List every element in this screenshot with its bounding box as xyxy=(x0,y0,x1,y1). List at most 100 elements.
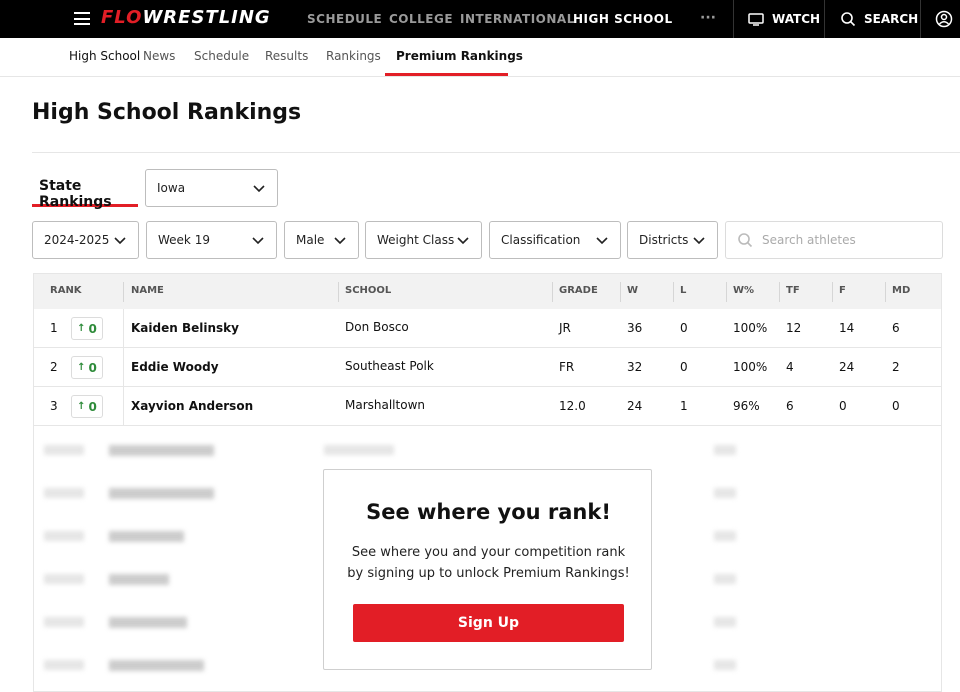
account-button[interactable] xyxy=(935,0,953,38)
classification-select[interactable]: Classification xyxy=(489,221,621,259)
athlete-name[interactable]: Kaiden Belinsky xyxy=(131,321,239,335)
tf-cell: 6 xyxy=(786,399,794,413)
divider xyxy=(824,0,825,38)
school-cell[interactable]: Don Bosco xyxy=(345,320,409,334)
divider xyxy=(673,282,674,302)
wins-cell: 36 xyxy=(627,321,643,335)
rank-cell: 1 xyxy=(50,321,58,335)
trend-value: 0 xyxy=(88,321,97,336)
subnav-premium-rankings[interactable]: Premium Rankings xyxy=(396,49,523,63)
menu-icon[interactable] xyxy=(74,12,90,25)
search-button[interactable]: SEARCH xyxy=(840,0,918,38)
column-header-md[interactable]: MD xyxy=(892,285,910,296)
nav-high-school[interactable]: HIGH SCHOOL xyxy=(573,0,673,38)
subnav-news[interactable]: News xyxy=(143,49,175,63)
athlete-name[interactable]: Eddie Woody xyxy=(131,360,219,374)
tf-cell: 12 xyxy=(786,321,802,335)
grade-cell: 12.0 xyxy=(559,399,586,413)
column-header-name[interactable]: NAME xyxy=(131,285,164,296)
f-cell: 14 xyxy=(839,321,855,335)
f-cell: 0 xyxy=(839,399,847,413)
nav-college[interactable]: COLLEGE xyxy=(389,0,453,38)
table-row[interactable]: 2 ↑ 0 Eddie Woody Southeast Polk FR 32 0 … xyxy=(34,348,941,387)
school-cell[interactable]: Southeast Polk xyxy=(345,359,434,373)
flowrestling-logo[interactable]: FLOWRESTLING xyxy=(101,7,271,28)
districts-select[interactable]: Districts xyxy=(627,221,718,259)
athlete-name[interactable]: Xayvion Anderson xyxy=(131,399,253,413)
school-cell[interactable]: Marshalltown xyxy=(345,398,425,412)
column-header-wins[interactable]: W xyxy=(627,285,638,296)
chevron-down-icon xyxy=(596,237,608,245)
md-cell: 2 xyxy=(892,360,900,374)
arrow-up-icon: ↑ xyxy=(77,401,86,412)
wins-cell: 32 xyxy=(627,360,643,374)
table-row[interactable]: 3 ↑ 0 Xayvion Anderson Marshalltown 12.0 … xyxy=(34,387,941,426)
tab-state-rankings[interactable]: State Rankings xyxy=(32,169,138,210)
search-label: SEARCH xyxy=(864,12,919,26)
trend-badge: ↑ 0 xyxy=(71,356,103,379)
state-value: Iowa xyxy=(157,181,186,195)
divider xyxy=(885,282,886,302)
top-navigation-bar: FLOWRESTLING SCHEDULE COLLEGE INTERNATIO… xyxy=(0,0,960,38)
subnav-high-school[interactable]: High School xyxy=(69,49,140,63)
season-select[interactable]: 2024-2025 xyxy=(32,221,139,259)
losses-cell: 0 xyxy=(680,360,688,374)
losses-cell: 1 xyxy=(680,399,688,413)
season-value: 2024-2025 xyxy=(44,233,110,247)
column-header-losses[interactable]: L xyxy=(680,285,686,296)
search-input[interactable] xyxy=(762,233,932,247)
active-tab-indicator xyxy=(385,73,508,76)
watch-label: WATCH xyxy=(772,12,821,26)
column-header-f[interactable]: F xyxy=(839,285,846,296)
section-subnav: High School News Schedule Results Rankin… xyxy=(0,38,960,77)
weight-class-select[interactable]: Weight Class xyxy=(365,221,482,259)
divider xyxy=(733,0,734,38)
subnav-rankings[interactable]: Rankings xyxy=(326,49,381,63)
chevron-down-icon xyxy=(334,237,346,245)
arrow-up-icon: ↑ xyxy=(77,362,86,373)
more-icon[interactable]: ··· xyxy=(700,10,716,26)
state-select[interactable]: Iowa xyxy=(145,169,278,207)
weight-class-value: Weight Class xyxy=(377,233,455,247)
premium-upsell-modal: See where you rank! See where you and yo… xyxy=(323,469,652,670)
column-header-win-pct[interactable]: W% xyxy=(733,285,754,296)
trend-badge: ↑ 0 xyxy=(71,317,103,340)
watch-button[interactable]: WATCH xyxy=(748,0,820,38)
modal-body: See where you and your competition rank … xyxy=(347,545,630,581)
md-cell: 6 xyxy=(892,321,900,335)
athlete-search-box[interactable] xyxy=(725,221,943,259)
win-pct-cell: 100% xyxy=(733,360,768,374)
tv-icon xyxy=(748,13,764,26)
sign-up-button[interactable]: Sign Up xyxy=(353,604,624,642)
trend-value: 0 xyxy=(88,399,97,414)
chevron-down-icon xyxy=(114,237,126,245)
subnav-schedule[interactable]: Schedule xyxy=(194,49,249,63)
chevron-down-icon xyxy=(253,185,265,193)
column-header-grade[interactable]: GRADE xyxy=(559,285,598,296)
trend-value: 0 xyxy=(88,360,97,375)
week-select[interactable]: Week 19 xyxy=(146,221,277,259)
chevron-down-icon xyxy=(457,237,469,245)
nav-schedule[interactable]: SCHEDULE xyxy=(307,0,382,38)
losses-cell: 0 xyxy=(680,321,688,335)
column-header-tf[interactable]: TF xyxy=(786,285,800,296)
column-header-school[interactable]: SCHOOL xyxy=(345,285,391,296)
districts-value: Districts xyxy=(639,233,689,247)
modal-title: See where you rank! xyxy=(366,500,611,524)
divider xyxy=(32,152,960,153)
nav-international[interactable]: INTERNATIONAL xyxy=(460,0,575,38)
arrow-up-icon: ↑ xyxy=(77,323,86,334)
divider xyxy=(726,282,727,302)
divider xyxy=(920,0,921,38)
table-row[interactable]: 1 ↑ 0 Kaiden Belinsky Don Bosco JR 36 0 1… xyxy=(34,309,941,348)
grade-cell: JR xyxy=(559,321,571,335)
wins-cell: 24 xyxy=(627,399,643,413)
subnav-results[interactable]: Results xyxy=(265,49,308,63)
grade-cell: FR xyxy=(559,360,575,374)
tf-cell: 4 xyxy=(786,360,794,374)
week-value: Week 19 xyxy=(158,233,210,247)
gender-select[interactable]: Male xyxy=(284,221,359,259)
search-icon xyxy=(841,12,856,27)
divider xyxy=(832,282,833,302)
column-header-rank[interactable]: RANK xyxy=(50,285,82,296)
